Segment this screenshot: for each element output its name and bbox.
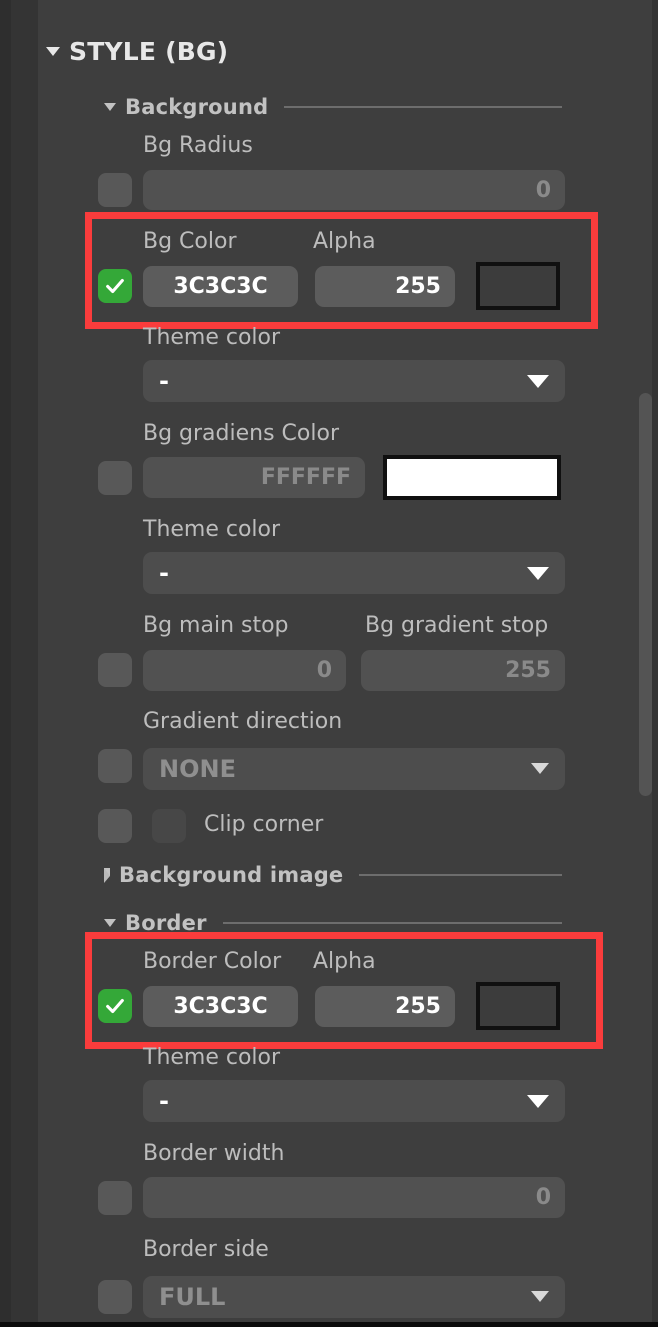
panel-title-row[interactable]: STYLE (BG) (46, 34, 376, 68)
dropdown-gradient-direction-value: NONE (159, 755, 236, 783)
checkbox-border-width[interactable] (98, 1181, 132, 1215)
chevron-right-icon (104, 867, 110, 883)
input-bg-color-alpha[interactable]: 255 (315, 266, 455, 307)
page-title: STYLE (BG) (69, 36, 229, 66)
checkbox-border-side[interactable] (98, 1280, 132, 1314)
label-bg-color-alpha: Alpha (313, 229, 376, 254)
swatch-bg-color-fill (480, 266, 556, 306)
dropdown-border-side[interactable]: FULL (143, 1276, 565, 1318)
checkbox-bg-stops[interactable] (98, 653, 132, 687)
input-bg-main-stop[interactable]: 0 (143, 650, 346, 691)
dropdown-bg-gradiens-theme-color-value: - (159, 559, 169, 587)
section-header-background[interactable]: Background (104, 93, 566, 121)
chevron-down-icon (46, 46, 60, 56)
chevron-down-icon (527, 567, 549, 580)
label-bg-gradiens-theme-color: Theme color (143, 517, 281, 542)
input-bg-color-hex[interactable]: 3C3C3C (143, 266, 298, 307)
window-bottom-edge (0, 1322, 658, 1327)
label-gradient-direction: Gradient direction (143, 709, 343, 734)
label-border-theme-color: Theme color (143, 1045, 281, 1070)
label-clip-corner: Clip corner (204, 812, 324, 837)
label-border-color-alpha: Alpha (313, 949, 376, 974)
label-bg-main-stop: Bg main stop (143, 613, 289, 638)
swatch-bg-gradiens-color[interactable] (383, 455, 561, 500)
input-border-color-alpha[interactable]: 255 (315, 986, 455, 1027)
label-bg-gradiens-color: Bg gradiens Color (143, 421, 339, 446)
window-right-edge (652, 0, 658, 1327)
dropdown-border-side-value: FULL (159, 1283, 226, 1311)
dropdown-border-theme-color[interactable]: - (143, 1080, 565, 1122)
checkbox-bg-radius[interactable] (98, 173, 132, 207)
section-header-background-image[interactable]: Background image (104, 861, 566, 889)
window-outer-gutter (0, 0, 11, 1327)
chevron-down-icon (104, 919, 116, 927)
section-label-background: Background (125, 95, 269, 119)
label-bg-color: Bg Color (143, 229, 237, 254)
label-border-color: Border Color (143, 949, 282, 974)
checkbox-clip-corner-enable[interactable] (98, 809, 132, 843)
label-border-width: Border width (143, 1141, 285, 1166)
chevron-down-icon (104, 103, 116, 111)
panel-scrollbar-thumb[interactable] (639, 393, 652, 796)
input-border-color-hex[interactable]: 3C3C3C (143, 986, 298, 1027)
dropdown-gradient-direction[interactable]: NONE (143, 748, 565, 790)
label-bg-theme-color: Theme color (143, 325, 281, 350)
checkbox-bg-color[interactable] (98, 269, 132, 303)
input-bg-gradient-stop[interactable]: 255 (361, 650, 565, 691)
dropdown-bg-theme-color-value: - (159, 367, 169, 395)
checkbox-border-color[interactable] (98, 989, 132, 1023)
label-bg-gradient-stop: Bg gradient stop (365, 613, 549, 638)
dropdown-border-theme-color-value: - (159, 1087, 169, 1115)
check-icon (106, 998, 124, 1014)
swatch-border-color-fill (480, 986, 556, 1026)
swatch-border-color[interactable] (476, 982, 560, 1030)
dropdown-bg-gradiens-theme-color[interactable]: - (143, 552, 565, 594)
checkbox-gradient-direction[interactable] (98, 749, 132, 783)
input-border-width[interactable]: 0 (143, 1177, 565, 1218)
check-icon (106, 278, 124, 294)
section-divider (222, 922, 562, 924)
section-divider (359, 874, 562, 876)
chevron-down-icon (531, 763, 549, 774)
section-label-background-image: Background image (119, 863, 344, 887)
chevron-down-icon (527, 1095, 549, 1108)
checkbox-bg-gradiens-color[interactable] (98, 461, 132, 495)
label-bg-radius: Bg Radius (143, 133, 253, 158)
dropdown-bg-theme-color[interactable]: - (143, 360, 565, 402)
swatch-bg-color[interactable] (476, 262, 560, 310)
panel-left-gutter (11, 0, 38, 1327)
input-bg-gradiens-color-hex[interactable]: FFFFFF (143, 457, 365, 498)
style-bg-properties-panel: STYLE (BG) Background Bg Radius 0 Bg Col… (0, 0, 658, 1327)
checkbox-clip-corner-value[interactable] (152, 809, 186, 843)
label-border-side: Border side (143, 1237, 269, 1262)
chevron-down-icon (527, 375, 549, 388)
input-bg-radius[interactable]: 0 (143, 170, 565, 210)
swatch-bg-gradiens-color-fill (387, 459, 557, 496)
section-header-border[interactable]: Border (104, 909, 566, 937)
section-divider (284, 106, 562, 108)
section-label-border: Border (125, 911, 207, 935)
chevron-down-icon (531, 1291, 549, 1302)
